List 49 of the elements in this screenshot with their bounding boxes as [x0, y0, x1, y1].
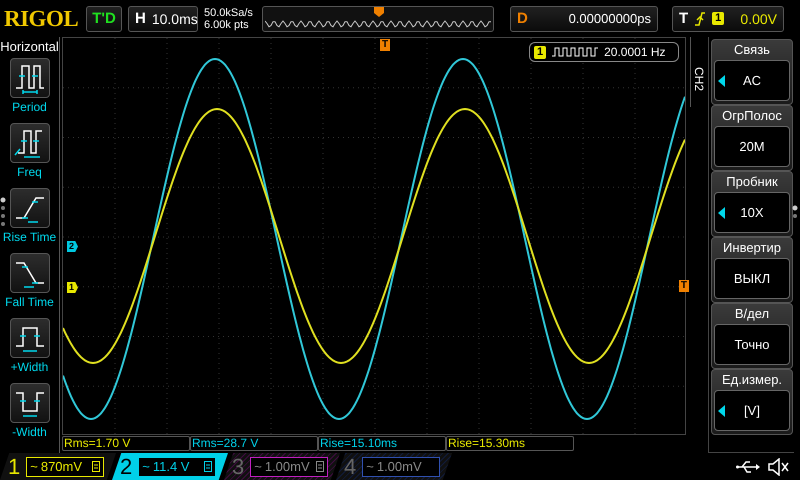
measure-button[interactable]: -Width	[0, 383, 60, 448]
channel-button[interactable]: 4 ~ 1.00mV	[336, 453, 452, 480]
overview-wave-icon	[265, 18, 491, 28]
measure-button[interactable]: Freq	[0, 123, 60, 188]
measurement-readout: Rise=15.30ms	[446, 436, 574, 451]
channel-button[interactable]: 3 ~ 1.00mV	[224, 453, 340, 480]
timebase-value: 10.0ms	[152, 10, 198, 26]
usb-icon	[736, 460, 760, 474]
channel-button[interactable]: 2 ~ 11.4 V	[112, 453, 228, 480]
counter-source: 1	[534, 46, 546, 58]
measure-button[interactable]: Period	[0, 58, 60, 123]
measurement-readout: Rms=28.7 V	[190, 436, 318, 451]
measurement-readout: Rms=1.70 V	[62, 436, 190, 451]
measurement-readout: Rise=15.10ms	[318, 436, 446, 451]
trigger-source: 1	[712, 12, 724, 25]
rising-edge-icon	[694, 10, 706, 26]
menu-softkey[interactable]: Связь AC	[711, 39, 793, 105]
left-arrow-icon	[718, 74, 725, 86]
memory-depth: 6.00k pts	[204, 18, 250, 30]
trigger-level: 0.00V	[740, 10, 777, 26]
left-arrow-icon	[718, 206, 725, 218]
menu-title: Horizontal	[0, 38, 59, 56]
frequency-value: 20.0001 Hz	[604, 45, 666, 59]
square-wave-icon	[552, 47, 598, 57]
trigger-level-marker[interactable]: T	[678, 280, 689, 292]
delay-label: D	[517, 10, 528, 27]
menu-softkey[interactable]: ОгрПолос 20M	[711, 105, 793, 171]
page-indicator-icon	[792, 205, 798, 221]
menu-softkey[interactable]: Пробник 10X	[711, 171, 793, 237]
run-status: T'D	[86, 6, 122, 32]
trigger-position-marker[interactable]: T	[380, 39, 390, 51]
trigger-position-icon	[374, 6, 384, 16]
timebase-label: H	[135, 10, 146, 27]
sample-rate: 50.0kSa/s	[204, 6, 254, 18]
measure-button[interactable]: +Width	[0, 318, 60, 383]
brand-logo: RIGOL	[4, 4, 80, 32]
channel-marker[interactable]: 1	[67, 282, 78, 293]
delay-value: 0.00000000ps	[568, 11, 651, 26]
measure-button[interactable]: Fall Time	[0, 253, 60, 318]
menu-softkey[interactable]: Инвертир ВЫКЛ	[711, 237, 793, 303]
measure-button[interactable]: Rise Time	[0, 188, 60, 253]
left-arrow-icon	[718, 404, 725, 416]
speaker-muted-icon	[768, 458, 790, 476]
channel-marker[interactable]: 2	[67, 241, 78, 252]
page-indicator-icon	[0, 197, 6, 227]
trigger-label: T	[679, 10, 688, 27]
channel-button[interactable]: 1 ~ 870mV	[0, 453, 116, 480]
menu-softkey[interactable]: В/дел Точно	[711, 303, 793, 369]
menu-softkey[interactable]: Ед.измер. [V]	[711, 369, 793, 435]
